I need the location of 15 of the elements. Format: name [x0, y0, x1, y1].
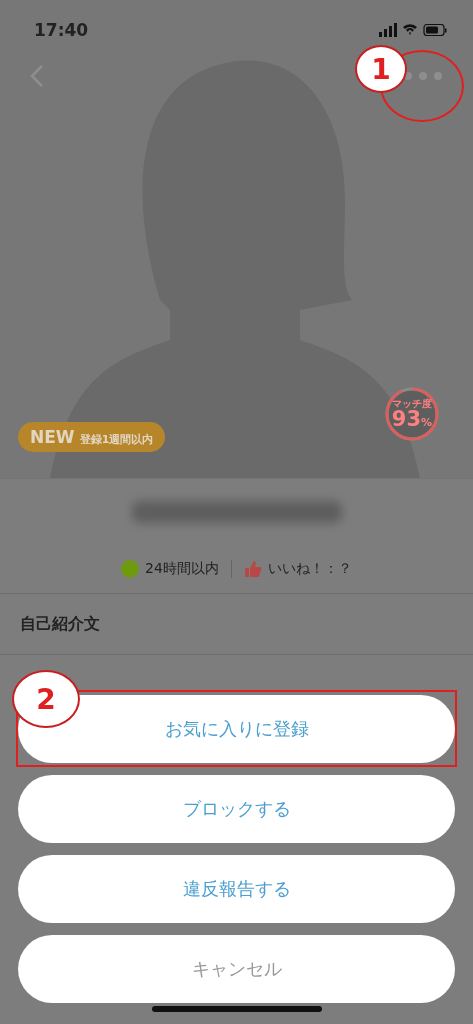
step-number: 2 [12, 670, 80, 728]
thumbs-up-icon [243, 560, 262, 578]
new-badge: NEW 登録1週間以内 [18, 422, 166, 452]
online-status: 24時間以内 [145, 560, 219, 578]
cancel-button[interactable]: キャンセル [18, 935, 455, 1003]
battery-icon [423, 24, 447, 36]
section-title: 自己紹介文 [20, 613, 100, 635]
action-button[interactable]: 違反報告する [18, 855, 455, 923]
action-button[interactable]: ブロックする [18, 775, 455, 843]
likes-count: いいね！：？ [267, 560, 352, 578]
more-icon[interactable] [403, 71, 443, 81]
signal-icon [379, 23, 397, 37]
match-ring: マッチ度 93% [383, 385, 441, 443]
status-time: 17:40 [34, 20, 89, 40]
wifi-icon [402, 24, 418, 36]
